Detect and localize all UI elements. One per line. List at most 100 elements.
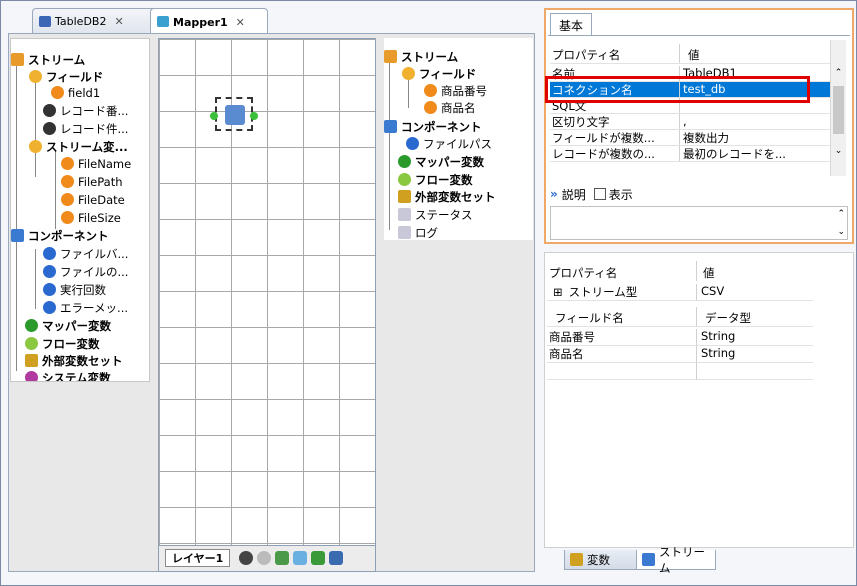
- tab-variables[interactable]: 変数: [564, 550, 638, 570]
- tab-label: Mapper1: [173, 15, 228, 29]
- mapper-var-icon: [25, 319, 38, 332]
- show-label: 表示: [608, 187, 633, 202]
- stream-type-row[interactable]: ⊞ ストリーム型 CSV: [547, 284, 813, 301]
- scroll-down-icon[interactable]: ⌄: [837, 227, 845, 237]
- tree-item-exec-count[interactable]: 実行回数: [43, 281, 106, 298]
- layout-icon[interactable]: [329, 551, 343, 565]
- field-icon: [402, 67, 415, 80]
- var-dot-icon: [61, 193, 74, 206]
- properties-panel: 基本 プロパティ名 値 名前 TableDB1 コネクション名 test_db SQ…: [544, 8, 854, 244]
- stream-header: プロパティ名 値: [547, 261, 813, 281]
- property-row[interactable]: 区切り文字,: [550, 114, 830, 130]
- field-row-empty[interactable]: [547, 363, 813, 380]
- tab-stream[interactable]: ストリーム: [636, 545, 716, 575]
- tree-item-mapper-var[interactable]: マッパー変数: [398, 153, 484, 170]
- tab-basic[interactable]: 基本: [550, 13, 593, 35]
- scroll-down-icon[interactable]: ⌄: [831, 146, 846, 156]
- tree-item-file-path[interactable]: ファイルパス: [406, 135, 492, 152]
- close-icon[interactable]: ✕: [236, 16, 245, 29]
- record-dot-icon: [43, 104, 56, 117]
- tree-item-field[interactable]: フィールド: [29, 68, 103, 85]
- expand-icon[interactable]: ⊞: [553, 285, 563, 299]
- output-tree: ストリーム フィールド 商品番号 商品名 コンポーネント ファイルパス マッパー…: [384, 38, 533, 240]
- tree-item-log[interactable]: ログ: [398, 224, 438, 240]
- status-icon: [398, 208, 411, 221]
- description-text[interactable]: ⌃ ⌄: [550, 206, 848, 240]
- tree-item-mapper-var[interactable]: マッパー変数: [25, 317, 111, 334]
- tree-item-stream-var[interactable]: ストリーム変...: [29, 138, 128, 155]
- property-row[interactable]: フィールドが複数... 複数出力: [550, 130, 830, 146]
- tree-item-product-name[interactable]: 商品名: [424, 99, 476, 116]
- tree-item-filepath[interactable]: FilePath: [61, 173, 123, 190]
- tree-item-system-var[interactable]: システム変数: [25, 369, 111, 381]
- stream-icon: [384, 50, 397, 63]
- field-row[interactable]: 商品名 String: [547, 346, 813, 363]
- property-row[interactable]: 名前 TableDB1: [550, 66, 830, 82]
- tabledb-node-icon[interactable]: [210, 97, 258, 131]
- stream-icon: [11, 53, 24, 66]
- tree-item-ext-var-set[interactable]: 外部変数セット: [25, 352, 123, 369]
- field-dot-icon: [424, 84, 437, 97]
- tree-item-flow-var[interactable]: フロー変数: [25, 335, 100, 352]
- comment-icon[interactable]: [293, 551, 307, 565]
- close-icon[interactable]: ✕: [114, 15, 123, 28]
- show-checkbox[interactable]: [593, 188, 606, 200]
- tree-item-stream[interactable]: ストリーム: [11, 51, 85, 68]
- tab-label: TableDB2: [55, 15, 107, 28]
- var-dot-icon: [43, 265, 56, 278]
- property-row[interactable]: SQL文: [550, 98, 830, 114]
- component-icon: [384, 120, 397, 133]
- tree-item-file-no[interactable]: ファイルの...: [43, 263, 128, 280]
- remove-icon[interactable]: [257, 551, 271, 565]
- debug-icon[interactable]: [311, 551, 325, 565]
- var-dot-icon: [61, 157, 74, 170]
- mapper-canvas[interactable]: [158, 38, 376, 546]
- tree-item-record-count[interactable]: レコード件...: [43, 120, 128, 137]
- var-dot-icon: [61, 211, 74, 224]
- field-table-header: フィールド名 データ型: [547, 307, 813, 327]
- var-dot-icon: [43, 301, 56, 314]
- tree-item-filedate[interactable]: FileDate: [61, 191, 125, 208]
- property-row-selected[interactable]: コネクション名 test_db: [550, 82, 830, 98]
- tree-item-filesize[interactable]: FileSize: [61, 209, 121, 226]
- ext-var-icon: [25, 354, 38, 367]
- description-label: 説明: [561, 187, 586, 202]
- tree-item-component[interactable]: コンポーネント: [11, 227, 109, 244]
- field-icon: [29, 70, 42, 83]
- tree-item-error-msg[interactable]: エラーメッ...: [43, 299, 128, 316]
- tree-item-ext-var-set[interactable]: 外部変数セット: [398, 188, 496, 205]
- editor-tab-bar: TableDB2 ✕ Mapper1 ✕: [14, 8, 534, 35]
- property-scrollbar[interactable]: ⌃ ⌄: [830, 40, 846, 176]
- property-header: プロパティ名 値: [550, 44, 830, 64]
- edit-icon[interactable]: [275, 551, 289, 565]
- tab-tabledb2[interactable]: TableDB2 ✕: [32, 8, 156, 34]
- tree-item-filename[interactable]: FileName: [61, 155, 131, 172]
- var-dot-icon: [43, 247, 56, 260]
- tree-item-flow-var[interactable]: フロー変数: [398, 171, 473, 188]
- scroll-up-icon[interactable]: ⌃: [837, 209, 845, 219]
- tree-item-stream[interactable]: ストリーム: [384, 48, 458, 65]
- flow-var-icon: [398, 173, 411, 186]
- field-row[interactable]: 商品番号 String: [547, 329, 813, 346]
- tree-item-file-b[interactable]: ファイルバ...: [43, 245, 128, 262]
- tree-item-field1[interactable]: field1: [51, 84, 100, 101]
- system-var-icon: [25, 371, 38, 381]
- tree-item-status[interactable]: ステータス: [398, 206, 473, 223]
- flow-var-icon: [25, 337, 38, 350]
- field-dot-icon: [51, 86, 64, 99]
- layer-tab[interactable]: レイヤー1: [165, 549, 231, 567]
- variable-icon: [570, 553, 583, 566]
- tree-item-field[interactable]: フィールド: [402, 65, 476, 82]
- var-dot-icon: [61, 175, 74, 188]
- scroll-up-icon[interactable]: ⌃: [831, 68, 846, 78]
- property-row[interactable]: レコードが複数の... 最初のレコードを...: [550, 146, 830, 162]
- tree-item-record-number[interactable]: レコード番...: [43, 102, 128, 119]
- collapse-icon[interactable]: »: [550, 187, 558, 201]
- tab-mapper1[interactable]: Mapper1 ✕: [150, 8, 268, 35]
- tree-item-component[interactable]: コンポーネント: [384, 118, 482, 135]
- var-dot-icon: [406, 137, 419, 150]
- tree-item-product-no[interactable]: 商品番号: [424, 82, 487, 99]
- add-icon[interactable]: [239, 551, 253, 565]
- bottom-tab-bar: 変数 ストリーム: [546, 545, 854, 575]
- ext-var-icon: [398, 190, 411, 203]
